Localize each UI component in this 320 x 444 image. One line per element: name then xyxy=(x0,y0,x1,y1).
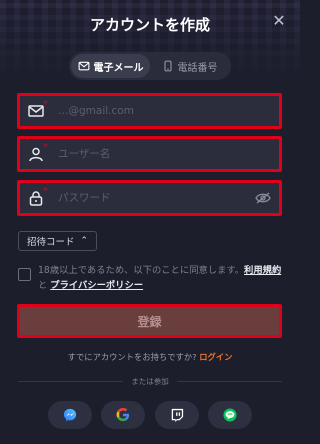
phone-icon xyxy=(163,60,172,72)
divider-line xyxy=(18,380,124,382)
agreement-and: と xyxy=(38,280,51,291)
password-field: * xyxy=(17,180,282,216)
social-login-row xyxy=(48,401,252,429)
mail-icon: * xyxy=(28,99,48,119)
tab-email-label: 電子メール xyxy=(93,62,144,74)
username-input[interactable] xyxy=(58,148,248,160)
tab-email[interactable]: 電子メール xyxy=(71,54,150,78)
mail-icon xyxy=(78,61,89,71)
register-button[interactable]: 登録 xyxy=(17,304,282,338)
twitch-icon xyxy=(171,408,183,422)
twitch-login-button[interactable] xyxy=(154,401,199,429)
terms-link[interactable]: 利用規約 xyxy=(244,265,281,276)
close-icon[interactable]: ✕ xyxy=(268,10,290,32)
username-field: * xyxy=(17,136,282,172)
required-mark: * xyxy=(43,99,48,110)
password-input[interactable] xyxy=(58,192,248,204)
tab-phone-label: 電話番号 xyxy=(177,62,218,74)
line-icon xyxy=(223,408,237,422)
lock-icon: * xyxy=(28,186,48,206)
line-login-button[interactable] xyxy=(207,401,252,429)
divider-text: または参加 xyxy=(131,376,169,386)
eye-hidden-icon[interactable] xyxy=(255,192,271,204)
agree-checkbox[interactable] xyxy=(18,268,31,281)
login-link[interactable]: ログイン xyxy=(199,352,232,362)
required-mark: * xyxy=(43,142,48,153)
agreement-text: 18歳以上であるため、以下のことに同意します。利用規約 と プライバシーポリシー xyxy=(38,263,288,293)
user-icon: * xyxy=(28,142,48,162)
email-input[interactable] xyxy=(58,105,248,117)
required-mark: * xyxy=(43,186,48,197)
login-prompt: すでにアカウントをお持ちですか? ログイン xyxy=(0,351,300,363)
signup-method-tabs: 電子メール 電話番号 xyxy=(69,52,231,80)
tab-phone[interactable]: 電話番号 xyxy=(150,54,229,78)
login-prompt-text: すでにアカウントをお持ちですか? xyxy=(67,352,197,362)
email-field: * xyxy=(17,93,282,129)
agreement-prefix: 18歳以上であるため、以下のことに同意します。 xyxy=(38,265,245,276)
divider-line xyxy=(176,380,282,382)
messenger-icon xyxy=(63,408,77,422)
google-login-button[interactable] xyxy=(101,401,146,429)
invite-code-toggle[interactable]: 招待コード ⌃ xyxy=(18,231,98,251)
or-divider: または参加 xyxy=(18,375,282,387)
chevron-up-icon: ⌃ xyxy=(80,236,89,246)
privacy-link[interactable]: プライバシーポリシー xyxy=(50,280,143,291)
dialog-title: アカウントを作成 xyxy=(89,16,210,34)
invite-code-label: 招待コード xyxy=(27,237,75,248)
google-icon xyxy=(116,408,130,422)
messenger-login-button[interactable] xyxy=(48,401,92,429)
